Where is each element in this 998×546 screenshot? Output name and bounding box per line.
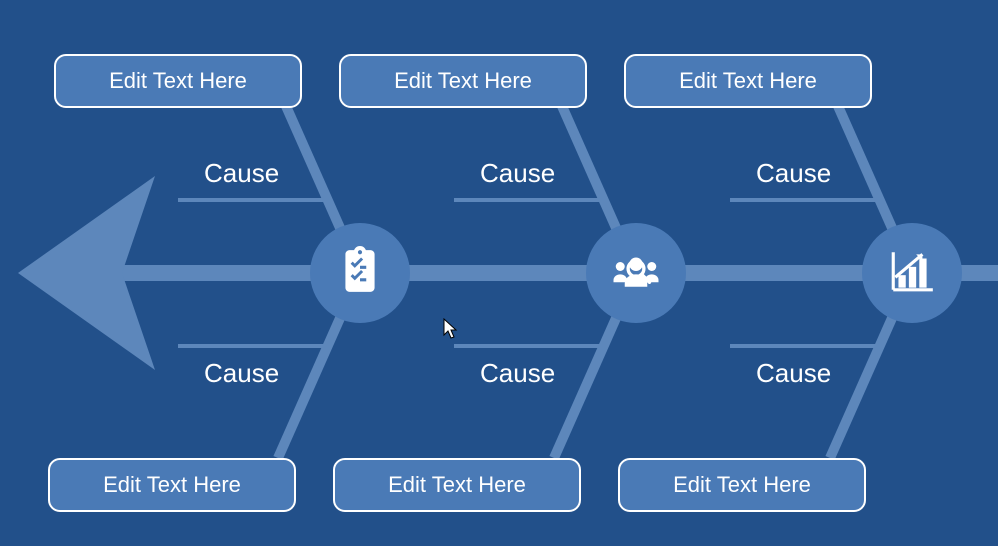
checklist-icon: [335, 246, 385, 301]
cause-label-top-1: Cause: [204, 158, 279, 189]
cause-label-top-3: Cause: [756, 158, 831, 189]
cause-box-top-1[interactable]: Edit Text Here: [54, 54, 302, 108]
cause-box-top-2[interactable]: Edit Text Here: [339, 54, 587, 108]
cause-label-bottom-3: Cause: [756, 358, 831, 389]
fishbone-diagram: Edit Text Here Edit Text Here Edit Text …: [0, 0, 998, 546]
people-search-icon: [609, 244, 663, 303]
bar-chart-arrow-icon: [887, 246, 937, 301]
cause-box-bottom-1[interactable]: Edit Text Here: [48, 458, 296, 512]
cause-label-bottom-1: Cause: [204, 358, 279, 389]
cause-box-bottom-3[interactable]: Edit Text Here: [618, 458, 866, 512]
node-people-search[interactable]: [586, 223, 686, 323]
cause-box-top-3[interactable]: Edit Text Here: [624, 54, 872, 108]
cause-box-bottom-2[interactable]: Edit Text Here: [333, 458, 581, 512]
mouse-cursor-icon: [443, 318, 457, 338]
cause-label-bottom-2: Cause: [480, 358, 555, 389]
cause-label-top-2: Cause: [480, 158, 555, 189]
node-bar-chart[interactable]: [862, 223, 962, 323]
node-checklist[interactable]: [310, 223, 410, 323]
